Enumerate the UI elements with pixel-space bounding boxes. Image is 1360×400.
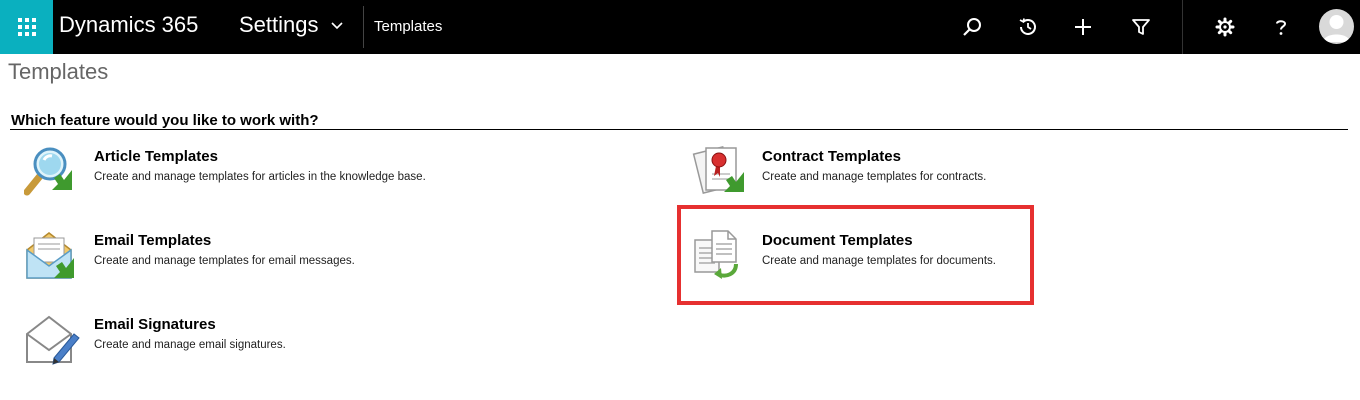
nav-divider <box>363 6 364 48</box>
email-signatures-icon <box>26 315 80 365</box>
chevron-down-icon <box>330 22 343 30</box>
history-icon <box>1019 18 1036 35</box>
gear-icon <box>1215 17 1235 37</box>
section-divider <box>10 129 1348 130</box>
recent-records-button[interactable] <box>1016 15 1040 39</box>
breadcrumb[interactable]: Templates <box>374 17 442 37</box>
contract-templates-title[interactable]: Contract Templates <box>762 148 901 166</box>
search-button[interactable] <box>960 15 984 39</box>
app-launcher-button[interactable] <box>0 0 53 54</box>
area-selector[interactable]: Settings <box>239 11 343 39</box>
settings-button[interactable] <box>1213 15 1237 39</box>
section-heading: Which feature would you like to work wit… <box>11 112 319 129</box>
contract-templates-description: Create and manage templates for contract… <box>762 171 987 183</box>
article-templates-description: Create and manage templates for articles… <box>94 171 426 183</box>
help-button[interactable] <box>1269 15 1293 39</box>
email-signatures-description: Create and manage email signatures. <box>94 339 286 351</box>
top-nav-bar: Dynamics 365 Settings Templates <box>0 0 1360 54</box>
email-signatures-title[interactable]: Email Signatures <box>94 316 216 334</box>
avatar-icon <box>1323 15 1350 42</box>
plus-icon <box>1075 19 1091 35</box>
email-templates-icon <box>26 232 74 279</box>
search-icon <box>963 18 981 36</box>
filter-icon <box>1132 19 1150 35</box>
nav-divider-right <box>1182 0 1183 54</box>
contract-templates-item[interactable]: Contract Templates Create and manage tem… <box>692 144 1252 208</box>
email-templates-title[interactable]: Email Templates <box>94 232 211 250</box>
user-avatar-button[interactable] <box>1319 9 1354 44</box>
highlight-box <box>677 205 1034 305</box>
article-templates-title[interactable]: Article Templates <box>94 148 218 166</box>
email-signatures-item[interactable]: Email Signatures Create and manage email… <box>24 312 584 376</box>
contract-templates-icon <box>692 146 744 194</box>
advanced-find-button[interactable] <box>1129 15 1153 39</box>
brand-name[interactable]: Dynamics 365 <box>59 11 198 39</box>
waffle-icon <box>17 18 36 36</box>
create-button[interactable] <box>1071 15 1095 39</box>
email-templates-item[interactable]: Email Templates Create and manage templa… <box>24 228 584 292</box>
article-templates-icon <box>24 147 72 196</box>
area-label: Settings <box>239 12 319 37</box>
article-templates-item[interactable]: Article Templates Create and manage temp… <box>24 144 584 208</box>
page-title: Templates <box>8 59 109 84</box>
help-icon <box>1276 20 1287 35</box>
email-templates-description: Create and manage templates for email me… <box>94 255 355 267</box>
